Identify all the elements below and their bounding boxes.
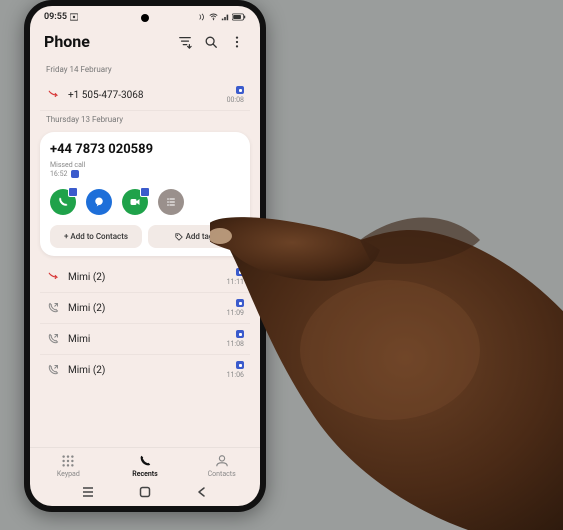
- expanded-sub: Missed call 16:52: [50, 161, 240, 179]
- expanded-number: +44 7873 020589: [50, 142, 240, 157]
- keypad-icon: [61, 454, 75, 468]
- bottom-nav: Keypad Recents Contacts: [30, 447, 260, 480]
- wifi-icon: [209, 13, 218, 21]
- more-icon[interactable]: [228, 33, 246, 51]
- sim-badge: [236, 330, 244, 338]
- phone-screen: 09:55 Phone Friday 14 February: [30, 6, 260, 506]
- add-to-contacts-button[interactable]: + Add to Contacts: [50, 225, 142, 248]
- call-number: +1 505-477-3068: [68, 90, 219, 101]
- call-name: Mimi: [68, 334, 219, 345]
- page-title: Phone: [44, 32, 168, 51]
- call-meta: 11:11: [227, 268, 244, 286]
- sys-recents-button[interactable]: [82, 486, 94, 498]
- call-log-content: Friday 14 February +1 505-477-3068 00:08…: [30, 61, 260, 447]
- sim-badge: [236, 268, 244, 276]
- call-row[interactable]: Mimi (2) 11:06: [40, 355, 250, 385]
- call-button[interactable]: [50, 189, 76, 215]
- nfc-icon: [198, 13, 206, 21]
- recents-icon: [138, 454, 152, 468]
- system-nav-bar: [30, 480, 260, 506]
- sim-badge: [140, 187, 150, 197]
- sim-badge: [236, 299, 244, 307]
- call-name: Mimi (2): [68, 303, 219, 314]
- video-call-button[interactable]: [122, 189, 148, 215]
- call-row[interactable]: +1 505-477-3068 00:08: [40, 80, 250, 111]
- call-meta: 11:09: [227, 299, 244, 317]
- outgoing-call-icon: [46, 332, 60, 346]
- add-tag-button[interactable]: Add tag: [148, 225, 240, 248]
- search-icon[interactable]: [202, 33, 220, 51]
- expanded-status: Missed call: [50, 161, 85, 169]
- record-icon: [70, 13, 78, 21]
- date-header-thursday: Thursday 13 February: [40, 111, 250, 130]
- battery-icon: [232, 13, 246, 21]
- app-header: Phone: [30, 24, 260, 61]
- sys-back-button[interactable]: [196, 486, 208, 498]
- contacts-icon: [215, 454, 229, 468]
- date-header-friday: Friday 14 February: [40, 61, 250, 80]
- status-clock: 09:55: [44, 12, 67, 22]
- message-button[interactable]: [86, 189, 112, 215]
- tag-icon: [175, 233, 183, 241]
- nav-label: Contacts: [208, 470, 236, 478]
- sim-badge: [71, 170, 79, 178]
- sim-badge: [236, 86, 244, 94]
- call-meta: 11:08: [227, 330, 244, 348]
- filter-icon[interactable]: [176, 33, 194, 51]
- call-meta: 11:06: [227, 361, 244, 379]
- signal-icon: [221, 13, 229, 21]
- expanded-time: 16:52: [50, 170, 67, 178]
- call-row[interactable]: Mimi (2) 11:09: [40, 293, 250, 324]
- call-time: 11:09: [227, 309, 244, 317]
- nav-label: Keypad: [57, 470, 80, 478]
- details-button[interactable]: [158, 189, 184, 215]
- outgoing-call-icon: [46, 301, 60, 315]
- call-list: Mimi (2)11:11Mimi (2)11:09Mimi11:08Mimi …: [40, 262, 250, 385]
- call-time: 11:06: [227, 371, 244, 379]
- nav-recents[interactable]: Recents: [107, 454, 184, 478]
- expanded-call-card: +44 7873 020589 Missed call 16:52: [40, 132, 250, 256]
- nav-contacts[interactable]: Contacts: [183, 454, 260, 478]
- call-meta: 00:08: [227, 86, 244, 104]
- nav-keypad[interactable]: Keypad: [30, 454, 107, 478]
- missed-call-icon: [46, 88, 60, 102]
- call-time: 00:08: [227, 96, 244, 104]
- call-action-row: [50, 189, 240, 215]
- call-time: 11:08: [227, 340, 244, 348]
- call-row[interactable]: Mimi (2) 11:11: [40, 262, 250, 293]
- call-row[interactable]: Mimi 11:08: [40, 324, 250, 355]
- sys-home-button[interactable]: [139, 486, 151, 498]
- nav-label: Recents: [132, 470, 158, 478]
- front-camera: [141, 14, 149, 22]
- secondary-action-row: + Add to Contacts Add tag: [50, 225, 240, 248]
- call-name: Mimi (2): [68, 272, 219, 283]
- phone-device-frame: 09:55 Phone Friday 14 February: [24, 0, 266, 512]
- missed-call-icon: [46, 270, 60, 284]
- call-time: 11:11: [227, 278, 244, 286]
- sim-badge: [68, 187, 78, 197]
- sim-badge: [236, 361, 244, 369]
- outgoing-call-icon: [46, 363, 60, 377]
- call-name: Mimi (2): [68, 365, 219, 376]
